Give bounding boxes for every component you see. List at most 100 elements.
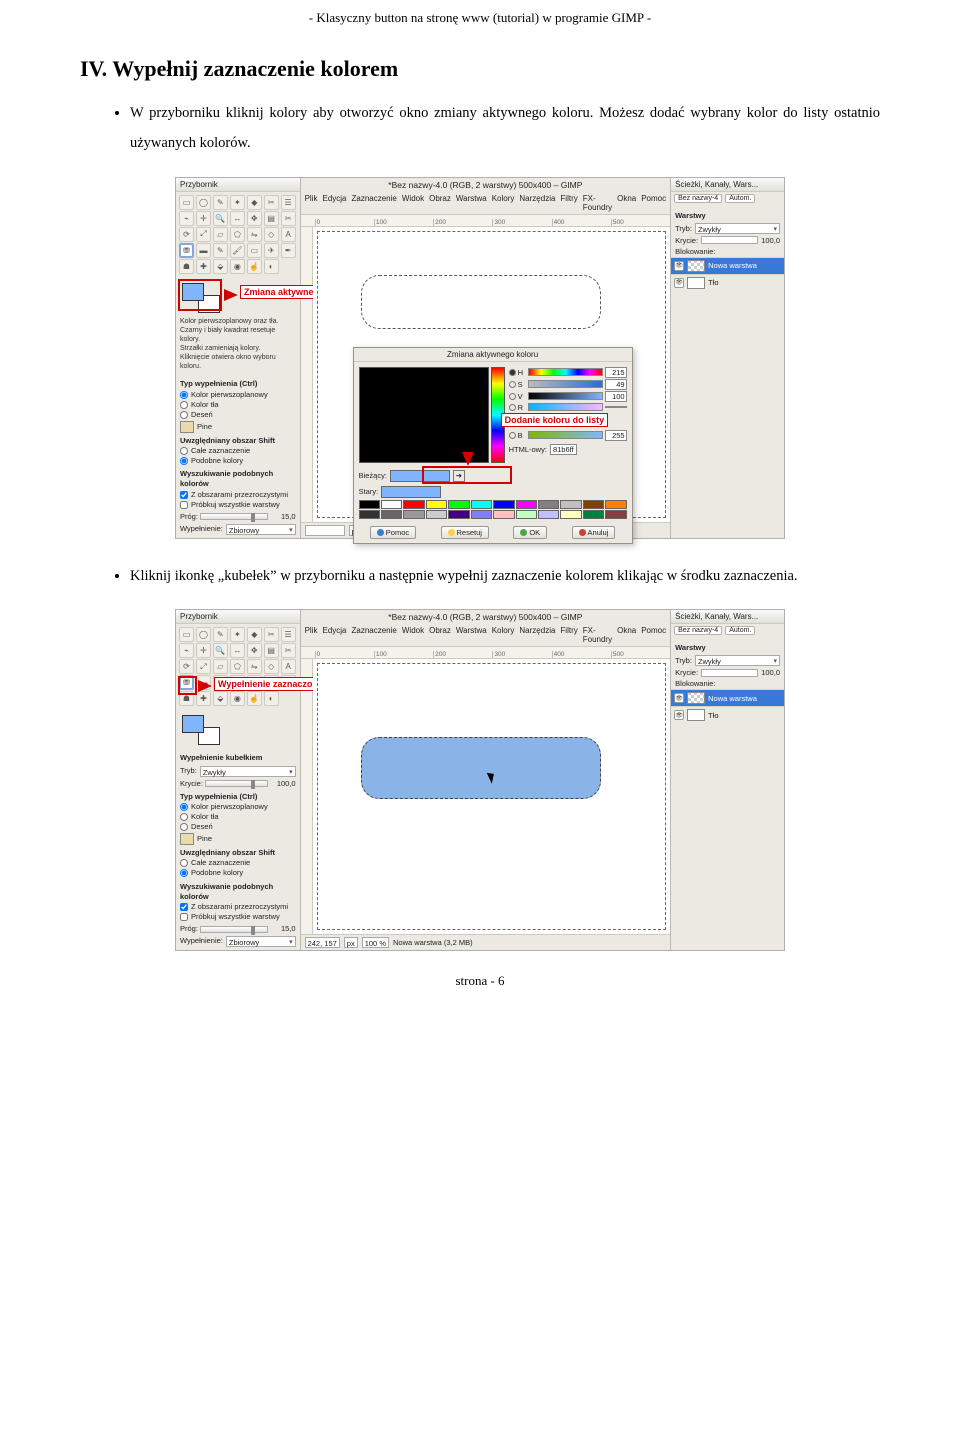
radio-b[interactable] bbox=[509, 432, 516, 439]
tool-paths[interactable]: ⌁ bbox=[179, 643, 194, 658]
menu-item[interactable]: Warstwa bbox=[456, 626, 487, 644]
menu-item[interactable]: FX-Foundry bbox=[583, 194, 612, 212]
radio-v[interactable] bbox=[509, 393, 516, 400]
menu-item[interactable]: Filtry bbox=[560, 626, 577, 644]
chk-all-layers-2[interactable]: Próbkuj wszystkie warstwy bbox=[180, 912, 296, 922]
html-value[interactable]: 81b6ff bbox=[550, 444, 577, 455]
eye-icon[interactable]: 👁 bbox=[674, 693, 684, 703]
radio-r[interactable] bbox=[509, 404, 516, 411]
unit-fld-2[interactable]: px bbox=[344, 937, 358, 948]
menu-item[interactable]: Warstwa bbox=[456, 194, 487, 212]
tool-fg-select[interactable]: ☰ bbox=[281, 195, 296, 210]
eye-icon[interactable]: 👁 bbox=[674, 278, 684, 288]
fill-opt-pattern[interactable]: Deseń bbox=[180, 410, 296, 420]
tool-smudge[interactable]: ☝ bbox=[247, 259, 262, 274]
shift-opt-similar[interactable]: Podobne kolory bbox=[180, 456, 296, 466]
color-field[interactable] bbox=[359, 367, 489, 463]
help-button[interactable]: Pomoc bbox=[370, 526, 416, 539]
tool-measure[interactable]: ↔ bbox=[230, 211, 245, 226]
canvas-area[interactable]: Zmiana aktywnego koloru H215 S49 bbox=[313, 227, 671, 522]
tool-ellipse-select[interactable]: ◯ bbox=[196, 627, 211, 642]
tool-heal[interactable]: ✚ bbox=[196, 259, 211, 274]
menu-item[interactable]: Obraz bbox=[429, 194, 451, 212]
tool-cage[interactable]: ◇ bbox=[264, 659, 279, 674]
tool-zoom[interactable]: 🔍 bbox=[213, 211, 228, 226]
tool-text[interactable]: A bbox=[281, 659, 296, 674]
mode-drop-2[interactable]: Zwykły▾ bbox=[695, 655, 780, 666]
layer-row-new-2[interactable]: 👁 Nowa warstwa bbox=[671, 689, 784, 706]
eye-icon[interactable]: 👁 bbox=[674, 261, 684, 271]
menu-item[interactable]: Widok bbox=[402, 626, 424, 644]
tool-align[interactable]: ▤ bbox=[264, 211, 279, 226]
tool-dodge[interactable]: ◐ bbox=[264, 259, 279, 274]
ok-button[interactable]: OK bbox=[513, 526, 547, 539]
fg-color-swatch-2[interactable] bbox=[182, 715, 204, 733]
tool-persp[interactable]: ⬠ bbox=[230, 227, 245, 242]
tool-cage[interactable]: ◇ bbox=[264, 227, 279, 242]
auto-button[interactable]: Autom. bbox=[725, 194, 755, 203]
fg-bg-colors-2[interactable] bbox=[182, 715, 220, 745]
tool-scissors[interactable]: ✂ bbox=[264, 627, 279, 642]
tool-rotate[interactable]: ⟳ bbox=[179, 659, 194, 674]
menu-item[interactable]: Kolory bbox=[492, 194, 515, 212]
fill-opt-fg-2[interactable]: Kolor pierwszoplanowy bbox=[180, 802, 296, 812]
menu-item[interactable]: Zaznaczenie bbox=[352, 194, 397, 212]
tool-paths[interactable]: ⌁ bbox=[179, 211, 194, 226]
radio-h[interactable] bbox=[509, 369, 516, 376]
auto-button-2[interactable]: Autom. bbox=[725, 626, 755, 635]
fill-opt-pattern-2[interactable]: Deseń bbox=[180, 822, 296, 832]
tool-scissors[interactable]: ✂ bbox=[264, 195, 279, 210]
menu-item[interactable]: Obraz bbox=[429, 626, 451, 644]
pattern-row-2[interactable]: Pine bbox=[180, 833, 296, 845]
v-val[interactable]: 100 bbox=[605, 391, 627, 402]
b-val[interactable]: 255 bbox=[605, 430, 627, 441]
layer-row-bg[interactable]: 👁 Tło bbox=[671, 274, 784, 291]
menu-item[interactable]: Zaznaczenie bbox=[352, 626, 397, 644]
reset-button[interactable]: Resetuj bbox=[441, 526, 489, 539]
tool-zoom[interactable]: 🔍 bbox=[213, 643, 228, 658]
tool-pencil[interactable]: ✎ bbox=[213, 243, 228, 258]
shift-opt-whole-2[interactable]: Całe zaznaczenie bbox=[180, 858, 296, 868]
menu-item[interactable]: Plik bbox=[305, 194, 318, 212]
tool-persp[interactable]: ⬠ bbox=[230, 659, 245, 674]
menu-item[interactable]: Widok bbox=[402, 194, 424, 212]
menu-item[interactable]: Pomoc bbox=[641, 626, 666, 644]
tool-heal[interactable]: ✚ bbox=[196, 691, 211, 706]
tool-smudge[interactable]: ☝ bbox=[247, 691, 262, 706]
image-tab-2[interactable]: Bez nazwy-4 bbox=[674, 626, 722, 635]
fillby-drop-2[interactable]: Zbiorowy▾ bbox=[226, 936, 296, 947]
chk-all-layers[interactable]: Próbkuj wszystkie warstwy bbox=[180, 500, 296, 510]
menu-item[interactable]: Filtry bbox=[560, 194, 577, 212]
tool-ink[interactable]: ✒ bbox=[281, 243, 296, 258]
shift-opt-similar-2[interactable]: Podobne kolory bbox=[180, 868, 296, 878]
menu-item[interactable]: Plik bbox=[305, 626, 318, 644]
tool-shear[interactable]: ▱ bbox=[213, 659, 228, 674]
tool-scale[interactable]: ⤢ bbox=[196, 227, 211, 242]
chk-trans-2[interactable]: Z obszarami przezroczystymi bbox=[180, 902, 296, 912]
tool-crop[interactable]: ✂ bbox=[281, 211, 296, 226]
tool-move[interactable]: ✥ bbox=[247, 211, 262, 226]
tool-persp-clone[interactable]: ⬙ bbox=[213, 259, 228, 274]
tool-flip[interactable]: ⇋ bbox=[247, 227, 262, 242]
menu-item[interactable]: Okna bbox=[617, 626, 636, 644]
b-mode-drop[interactable]: Zwykły▾ bbox=[200, 766, 296, 777]
image-tab[interactable]: Bez nazwy-4 bbox=[674, 194, 722, 203]
tool-picker[interactable]: ✛ bbox=[196, 211, 211, 226]
tool-shear[interactable]: ▱ bbox=[213, 227, 228, 242]
tool-free-select[interactable]: ✎ bbox=[213, 195, 228, 210]
fill-opt-bg[interactable]: Kolor tła bbox=[180, 400, 296, 410]
tool-ellipse-select[interactable]: ◯ bbox=[196, 195, 211, 210]
tool-eraser[interactable]: ▭ bbox=[247, 243, 262, 258]
threshold-row-2[interactable]: Próg: 15,0 bbox=[180, 924, 296, 934]
tool-picker[interactable]: ✛ bbox=[196, 643, 211, 658]
mode-drop[interactable]: Zwykły▾ bbox=[695, 223, 780, 234]
s-val[interactable]: 49 bbox=[605, 379, 627, 390]
tool-flip[interactable]: ⇋ bbox=[247, 659, 262, 674]
swatch-grid[interactable] bbox=[354, 500, 632, 522]
menu-item[interactable]: Edycja bbox=[322, 626, 346, 644]
tool-brush[interactable]: 🖌 bbox=[230, 243, 245, 258]
layer-row-bg-2[interactable]: 👁 Tło bbox=[671, 706, 784, 723]
eye-icon[interactable]: 👁 bbox=[674, 710, 684, 720]
tool-crop[interactable]: ✂ bbox=[281, 643, 296, 658]
tool-rect-select[interactable]: ▭ bbox=[179, 627, 194, 642]
